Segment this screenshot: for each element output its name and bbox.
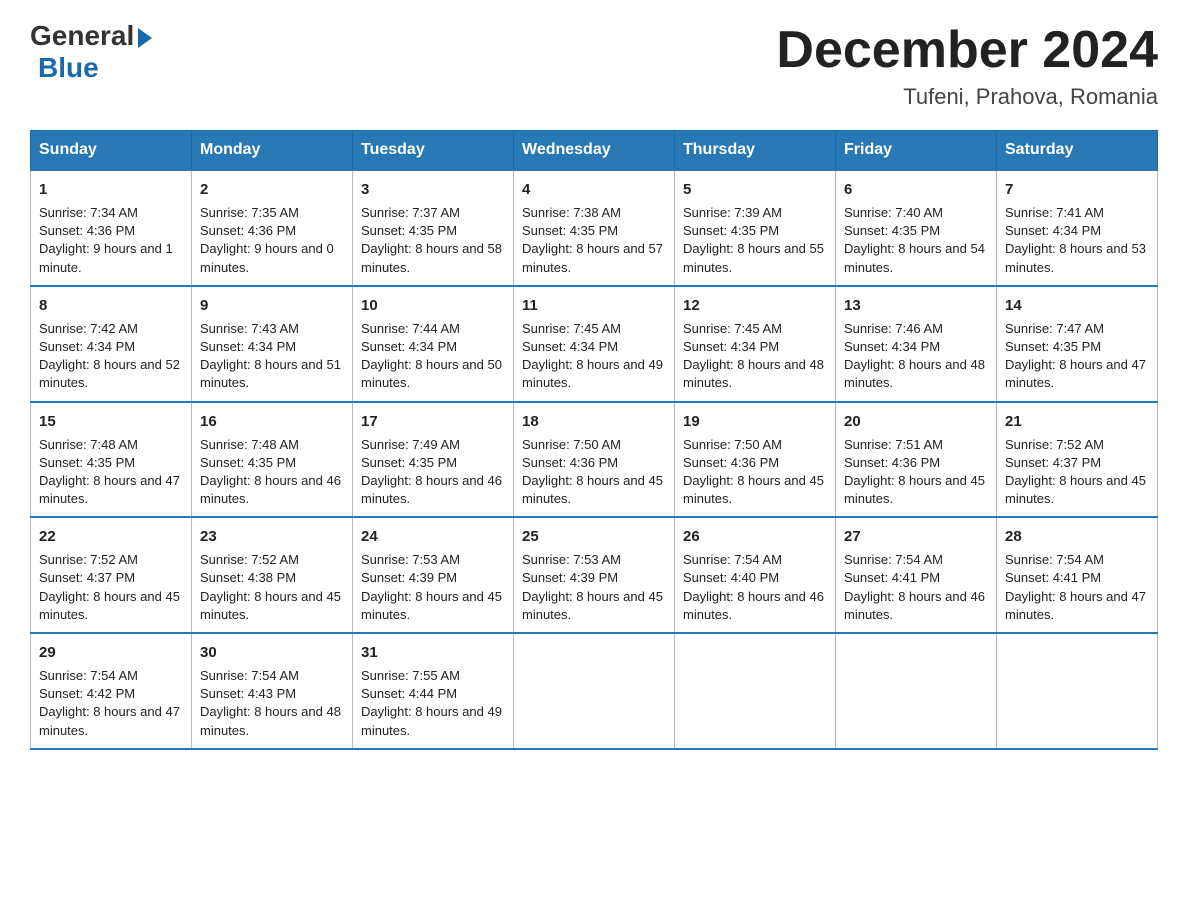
day-number: 29 bbox=[39, 642, 183, 663]
week-row-3: 15Sunrise: 7:48 AMSunset: 4:35 PMDayligh… bbox=[31, 402, 1158, 518]
day-header-sunday: Sunday bbox=[31, 131, 192, 171]
calendar-cell: 5Sunrise: 7:39 AMSunset: 4:35 PMDaylight… bbox=[675, 170, 836, 286]
calendar-table: SundayMondayTuesdayWednesdayThursdayFrid… bbox=[30, 130, 1158, 750]
day-number: 1 bbox=[39, 179, 183, 200]
calendar-cell: 24Sunrise: 7:53 AMSunset: 4:39 PMDayligh… bbox=[353, 517, 514, 633]
day-number: 6 bbox=[844, 179, 988, 200]
calendar-cell: 9Sunrise: 7:43 AMSunset: 4:34 PMDaylight… bbox=[192, 286, 353, 402]
calendar-cell: 29Sunrise: 7:54 AMSunset: 4:42 PMDayligh… bbox=[31, 633, 192, 749]
day-number: 30 bbox=[200, 642, 344, 663]
day-number: 24 bbox=[361, 526, 505, 547]
day-number: 7 bbox=[1005, 179, 1149, 200]
calendar-cell bbox=[997, 633, 1158, 749]
calendar-cell: 17Sunrise: 7:49 AMSunset: 4:35 PMDayligh… bbox=[353, 402, 514, 518]
calendar-cell: 19Sunrise: 7:50 AMSunset: 4:36 PMDayligh… bbox=[675, 402, 836, 518]
day-number: 31 bbox=[361, 642, 505, 663]
day-header-saturday: Saturday bbox=[997, 131, 1158, 171]
week-row-4: 22Sunrise: 7:52 AMSunset: 4:37 PMDayligh… bbox=[31, 517, 1158, 633]
calendar-header-row: SundayMondayTuesdayWednesdayThursdayFrid… bbox=[31, 131, 1158, 171]
day-number: 3 bbox=[361, 179, 505, 200]
day-header-friday: Friday bbox=[836, 131, 997, 171]
day-header-thursday: Thursday bbox=[675, 131, 836, 171]
page-header: General Blue December 2024 Tufeni, Praho… bbox=[30, 20, 1158, 110]
week-row-5: 29Sunrise: 7:54 AMSunset: 4:42 PMDayligh… bbox=[31, 633, 1158, 749]
calendar-cell: 22Sunrise: 7:52 AMSunset: 4:37 PMDayligh… bbox=[31, 517, 192, 633]
logo: General Blue bbox=[30, 20, 152, 84]
logo-general-text: General bbox=[30, 20, 134, 52]
day-header-wednesday: Wednesday bbox=[514, 131, 675, 171]
calendar-cell: 28Sunrise: 7:54 AMSunset: 4:41 PMDayligh… bbox=[997, 517, 1158, 633]
logo-blue-text: Blue bbox=[38, 52, 99, 84]
calendar-cell: 30Sunrise: 7:54 AMSunset: 4:43 PMDayligh… bbox=[192, 633, 353, 749]
day-number: 10 bbox=[361, 295, 505, 316]
calendar-cell: 3Sunrise: 7:37 AMSunset: 4:35 PMDaylight… bbox=[353, 170, 514, 286]
day-number: 13 bbox=[844, 295, 988, 316]
calendar-cell: 13Sunrise: 7:46 AMSunset: 4:34 PMDayligh… bbox=[836, 286, 997, 402]
day-number: 11 bbox=[522, 295, 666, 316]
calendar-cell: 8Sunrise: 7:42 AMSunset: 4:34 PMDaylight… bbox=[31, 286, 192, 402]
day-number: 23 bbox=[200, 526, 344, 547]
calendar-cell bbox=[514, 633, 675, 749]
calendar-cell: 16Sunrise: 7:48 AMSunset: 4:35 PMDayligh… bbox=[192, 402, 353, 518]
day-number: 27 bbox=[844, 526, 988, 547]
month-title: December 2024 bbox=[776, 20, 1158, 80]
day-header-monday: Monday bbox=[192, 131, 353, 171]
calendar-cell bbox=[675, 633, 836, 749]
calendar-cell: 20Sunrise: 7:51 AMSunset: 4:36 PMDayligh… bbox=[836, 402, 997, 518]
calendar-cell: 2Sunrise: 7:35 AMSunset: 4:36 PMDaylight… bbox=[192, 170, 353, 286]
day-number: 21 bbox=[1005, 411, 1149, 432]
calendar-cell: 4Sunrise: 7:38 AMSunset: 4:35 PMDaylight… bbox=[514, 170, 675, 286]
title-section: December 2024 Tufeni, Prahova, Romania bbox=[776, 20, 1158, 110]
calendar-cell: 12Sunrise: 7:45 AMSunset: 4:34 PMDayligh… bbox=[675, 286, 836, 402]
day-number: 16 bbox=[200, 411, 344, 432]
calendar-cell: 1Sunrise: 7:34 AMSunset: 4:36 PMDaylight… bbox=[31, 170, 192, 286]
logo-arrow-icon bbox=[138, 28, 152, 48]
calendar-cell: 18Sunrise: 7:50 AMSunset: 4:36 PMDayligh… bbox=[514, 402, 675, 518]
calendar-cell: 14Sunrise: 7:47 AMSunset: 4:35 PMDayligh… bbox=[997, 286, 1158, 402]
day-number: 28 bbox=[1005, 526, 1149, 547]
day-number: 12 bbox=[683, 295, 827, 316]
day-number: 15 bbox=[39, 411, 183, 432]
calendar-cell: 11Sunrise: 7:45 AMSunset: 4:34 PMDayligh… bbox=[514, 286, 675, 402]
calendar-cell: 26Sunrise: 7:54 AMSunset: 4:40 PMDayligh… bbox=[675, 517, 836, 633]
day-number: 26 bbox=[683, 526, 827, 547]
day-number: 19 bbox=[683, 411, 827, 432]
calendar-cell: 6Sunrise: 7:40 AMSunset: 4:35 PMDaylight… bbox=[836, 170, 997, 286]
location-title: Tufeni, Prahova, Romania bbox=[776, 84, 1158, 110]
calendar-cell: 25Sunrise: 7:53 AMSunset: 4:39 PMDayligh… bbox=[514, 517, 675, 633]
calendar-cell: 21Sunrise: 7:52 AMSunset: 4:37 PMDayligh… bbox=[997, 402, 1158, 518]
week-row-2: 8Sunrise: 7:42 AMSunset: 4:34 PMDaylight… bbox=[31, 286, 1158, 402]
calendar-cell bbox=[836, 633, 997, 749]
calendar-cell: 15Sunrise: 7:48 AMSunset: 4:35 PMDayligh… bbox=[31, 402, 192, 518]
calendar-cell: 10Sunrise: 7:44 AMSunset: 4:34 PMDayligh… bbox=[353, 286, 514, 402]
day-number: 25 bbox=[522, 526, 666, 547]
day-number: 9 bbox=[200, 295, 344, 316]
calendar-cell: 31Sunrise: 7:55 AMSunset: 4:44 PMDayligh… bbox=[353, 633, 514, 749]
calendar-cell: 7Sunrise: 7:41 AMSunset: 4:34 PMDaylight… bbox=[997, 170, 1158, 286]
day-number: 22 bbox=[39, 526, 183, 547]
calendar-cell: 27Sunrise: 7:54 AMSunset: 4:41 PMDayligh… bbox=[836, 517, 997, 633]
day-number: 2 bbox=[200, 179, 344, 200]
day-number: 4 bbox=[522, 179, 666, 200]
day-number: 5 bbox=[683, 179, 827, 200]
day-number: 18 bbox=[522, 411, 666, 432]
week-row-1: 1Sunrise: 7:34 AMSunset: 4:36 PMDaylight… bbox=[31, 170, 1158, 286]
day-number: 14 bbox=[1005, 295, 1149, 316]
day-header-tuesday: Tuesday bbox=[353, 131, 514, 171]
calendar-cell: 23Sunrise: 7:52 AMSunset: 4:38 PMDayligh… bbox=[192, 517, 353, 633]
day-number: 8 bbox=[39, 295, 183, 316]
day-number: 17 bbox=[361, 411, 505, 432]
day-number: 20 bbox=[844, 411, 988, 432]
